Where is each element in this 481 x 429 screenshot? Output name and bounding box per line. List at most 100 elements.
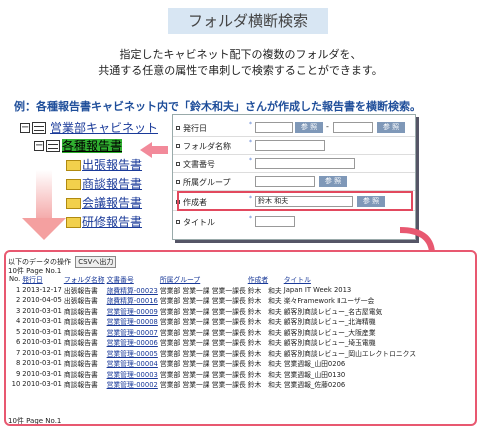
cell-group: 営業部 営業一課 営業一課長	[159, 328, 246, 337]
issue-date-to-ref-button[interactable]: 参 照	[377, 122, 405, 133]
cabinet-icon	[32, 122, 46, 134]
cell-title: Japan IT Week 2013	[283, 285, 352, 294]
cell-doc-no[interactable]: 営業管理-00004	[106, 358, 159, 369]
folder-icon	[66, 198, 81, 209]
cell-author: 鈴木 和夫	[247, 349, 282, 358]
cell-no: 9	[15, 369, 21, 378]
cell-folder-name: 商談報告書	[63, 328, 98, 337]
cell-issue-date: 2010-03-01	[22, 306, 62, 315]
header-author[interactable]: 作成者	[247, 274, 283, 285]
group-input[interactable]	[255, 176, 315, 187]
folder-icon	[66, 217, 81, 228]
cell-doc-no[interactable]: 営業管理-00006	[106, 337, 159, 348]
cell-issue-date: 2013-12-17	[22, 285, 62, 294]
header-title[interactable]: タイトル	[283, 274, 417, 285]
cell-author: 鈴木 和夫	[247, 360, 282, 369]
tree-child-1[interactable]: 出張報告書	[82, 158, 142, 172]
cell-group: 営業部 営業一課 営業一課長	[159, 297, 246, 306]
cell-author: 鈴木 和夫	[247, 286, 282, 295]
cell-folder-name: 商談報告書	[63, 339, 98, 348]
mark-icon: *	[249, 121, 252, 128]
title-input[interactable]	[255, 216, 295, 227]
cell-issue-date: 2010-03-01	[22, 327, 62, 336]
tree-folder-selected[interactable]: 各種報告書	[62, 139, 123, 153]
header-issue-date[interactable]: 発行日	[21, 274, 63, 285]
cell-folder-name: 商談報告書	[63, 318, 98, 327]
date-separator: -	[326, 122, 329, 131]
cell-author: 鈴木 和夫	[247, 318, 282, 327]
cell-author: 鈴木 和夫	[247, 328, 282, 337]
form-row-doc-no: 文書番号 *	[173, 155, 415, 173]
cell-no: 1	[15, 285, 21, 294]
header-group[interactable]: 所属グループ	[159, 274, 247, 285]
csv-export-button[interactable]: CSVへ出力	[75, 256, 117, 268]
form-row-folder-name: フォルダ名称 *	[173, 137, 415, 155]
cabinet-icon	[46, 140, 60, 152]
issue-date-to-input[interactable]	[333, 122, 373, 133]
cell-doc-no[interactable]: 営業管理-00008	[106, 316, 159, 327]
cell-title: 顧客別商談レビュー_岡山エレクトロニクス	[283, 349, 417, 358]
cell-folder-name: 出張報告書	[63, 297, 98, 306]
issue-date-from-input[interactable]	[255, 122, 293, 133]
cell-group: 営業部 営業一課 営業一課長	[159, 370, 246, 379]
cell-doc-no[interactable]: 旅費精算-00023	[106, 285, 159, 296]
group-ref-button[interactable]: 参 照	[319, 176, 347, 187]
collapse-icon[interactable]: −	[20, 123, 30, 133]
table-row: 2 2010-04-05 出張報告書 旅費精算-00016 営業部 営業一課 営業一課長…	[8, 295, 417, 306]
table-row: 7 2010-03-01 商談報告書 営業管理-00005 営業部 営業一課 営業一課長…	[8, 348, 417, 359]
issue-date-label: 発行日	[183, 124, 207, 133]
cell-group: 営業部 営業一課 営業一課長	[159, 360, 246, 369]
form-row-issue-date: 発行日 * 参 照 - 参 照	[173, 119, 415, 137]
cell-doc-no[interactable]: 営業管理-00002	[106, 379, 159, 390]
tree-child-2[interactable]: 商談報告書	[82, 177, 142, 191]
cell-folder-name: 商談報告書	[63, 349, 98, 358]
tree-cabinet-link[interactable]: 営業部キャビネット	[50, 121, 158, 135]
table-row: 4 2010-03-01 商談報告書 営業管理-00008 営業部 営業一課 営業一課長…	[8, 316, 417, 327]
cell-doc-no[interactable]: 旅費精算-00016	[106, 295, 159, 306]
header-folder-name[interactable]: フォルダ名称	[63, 274, 106, 285]
cell-title: 楽々Framework Ⅱユーザ一会	[283, 297, 375, 306]
cell-doc-no[interactable]: 営業管理-00005	[106, 348, 159, 359]
cell-title: 営業週報_山田0206	[283, 360, 346, 369]
cell-doc-no[interactable]: 営業管理-00007	[106, 327, 159, 338]
cell-no: 6	[15, 338, 21, 347]
mark-icon: *	[249, 139, 252, 146]
title-label: タイトル	[183, 218, 215, 227]
search-form: 発行日 * 参 照 - 参 照 フォルダ名称 * 文書番号 * 所属グループ 参…	[172, 114, 416, 240]
header-doc-no[interactable]: 文書番号	[106, 274, 159, 285]
cell-issue-date: 2010-03-01	[22, 380, 62, 389]
bullet-icon	[176, 162, 180, 166]
header-no: No.	[9, 275, 21, 284]
collapse-icon[interactable]: −	[34, 141, 44, 151]
cell-group: 営業部 営業一課 営業一課長	[159, 307, 246, 316]
cell-folder-name: 出張報告書	[63, 286, 98, 295]
table-row: 6 2010-03-01 商談報告書 営業管理-00006 営業部 営業一課 営業一課長…	[8, 337, 417, 348]
page-title: フォルダ横断検索	[168, 8, 328, 34]
folder-icon	[66, 160, 81, 171]
bullet-icon	[176, 220, 180, 224]
cell-issue-date: 2010-03-01	[22, 369, 62, 378]
tree-child-4[interactable]: 研修報告書	[82, 215, 142, 229]
folder-name-input[interactable]	[255, 140, 325, 151]
result-count-bottom: 10件 Page No.1	[8, 417, 62, 425]
cell-title: 顧客別商談レビュー_大阪産業	[283, 328, 376, 337]
table-row: 3 2010-03-01 商談報告書 営業管理-00009 営業部 営業一課 営業一課長…	[8, 306, 417, 317]
doc-no-input[interactable]	[255, 158, 355, 169]
form-row-title: タイトル *	[173, 213, 415, 231]
result-panel: 以下のデータの操作 CSVへ出力 10件 Page No.1 No. 発行日 フ…	[4, 250, 477, 426]
cell-title: 顧客別商談レビュー_埼玉電機	[283, 339, 376, 348]
cell-issue-date: 2010-03-01	[22, 317, 62, 326]
cell-no: 4	[15, 317, 21, 326]
cell-title: 顧客別商談レビュー_名古屋電気	[283, 307, 383, 316]
mark-icon: *	[249, 215, 252, 222]
bullet-icon	[176, 144, 180, 148]
down-arrow-shaft	[36, 170, 52, 220]
tree-child-3[interactable]: 会議報告書	[82, 196, 142, 210]
cell-author: 鈴木 和夫	[247, 370, 282, 379]
cell-doc-no[interactable]: 営業管理-00009	[106, 306, 159, 317]
cell-doc-no[interactable]: 営業管理-00003	[106, 369, 159, 380]
issue-date-from-ref-button[interactable]: 参 照	[295, 122, 323, 133]
table-row: 9 2010-03-01 商談報告書 営業管理-00003 営業部 営業一課 営業一課長…	[8, 369, 417, 380]
cell-group: 営業部 営業一課 営業一課長	[159, 349, 246, 358]
description-line-2: 共通する任意の属性で串刺しで検索することができます。	[98, 64, 383, 77]
